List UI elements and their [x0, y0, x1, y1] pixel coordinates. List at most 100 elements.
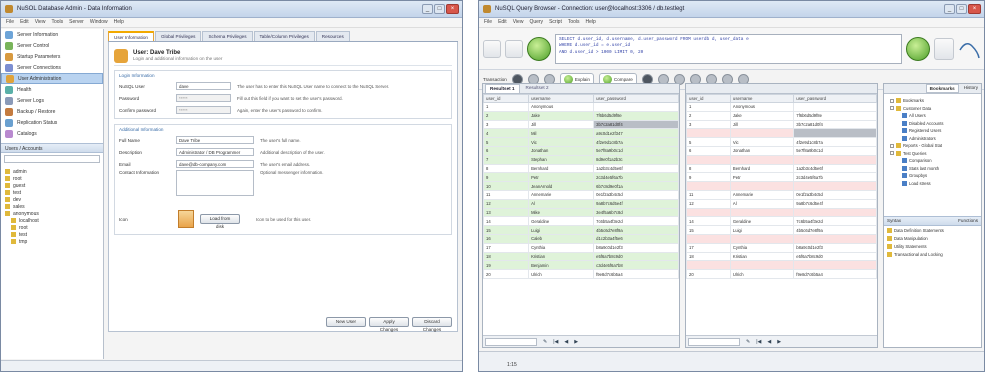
- table-cell[interactable]: 7: [482, 154, 530, 165]
- bookmark-groupbys[interactable]: Groupbys: [888, 172, 977, 180]
- table-cell[interactable]: Geraldine: [528, 216, 595, 227]
- confirm-password-field[interactable]: *****: [176, 106, 231, 114]
- menu-view[interactable]: View: [513, 19, 524, 26]
- load-from-disk-button[interactable]: Load from disk: [200, 214, 240, 229]
- table-cell[interactable]: 6b7c8d9e0f1a: [593, 181, 679, 191]
- expand-icon[interactable]: [890, 106, 894, 111]
- stop-button[interactable]: [934, 37, 954, 60]
- table-cell[interactable]: Jill: [729, 119, 795, 130]
- left-prev-icon[interactable]: ◀: [564, 339, 568, 345]
- bookmark-customer-data[interactable]: Customer Data: [888, 105, 977, 113]
- table-cell[interactable]: 0e1f2a3b4c5d: [793, 189, 877, 200]
- table-row[interactable]: 11 Annemarie 0e1f2a3b4c5d: [482, 189, 679, 200]
- table-cell[interactable]: f9e8d7c6b5a4: [593, 269, 679, 279]
- table-cell[interactable]: 12: [686, 198, 731, 209]
- bookmark-disabled-accounts[interactable]: Disabled Accounts: [888, 120, 977, 128]
- table-cell[interactable]: 10: [482, 181, 530, 191]
- table-cell[interactable]: Ulrich: [528, 269, 595, 279]
- table-cell[interactable]: Annemarie: [729, 189, 795, 200]
- table-row[interactable]: 9 Petr 2c3d4e5f6a7b: [482, 172, 679, 183]
- table-cell[interactable]: Luigi: [528, 225, 595, 235]
- tree-user-dev[interactable]: dev: [5, 196, 99, 203]
- table-cell[interactable]: 9: [686, 172, 731, 183]
- table-row[interactable]: 1 Anonymous: [686, 102, 877, 112]
- table-row[interactable]: 3 Jill 3b7c2a81d0f4: [482, 119, 679, 130]
- table-row[interactable]: [686, 181, 877, 191]
- table-cell[interactable]: Kristian: [528, 251, 595, 262]
- table-row[interactable]: [686, 233, 877, 244]
- table-cell[interactable]: [729, 260, 795, 271]
- table-cell[interactable]: [593, 102, 679, 112]
- table-cell[interactable]: 5: [686, 137, 731, 147]
- table-cell[interactable]: 20: [482, 269, 530, 279]
- execute-button[interactable]: [906, 36, 930, 61]
- table-cell[interactable]: Bernhard: [528, 163, 595, 174]
- tree-user-test[interactable]: test: [5, 189, 99, 196]
- tree-user-anonymous[interactable]: anonymous: [5, 210, 99, 217]
- admin-title-bar[interactable]: NuSOL Database Admin - Data Information …: [1, 1, 462, 18]
- table-cell[interactable]: JeanArnold: [528, 181, 595, 191]
- tree-user-localhost[interactable]: localhost: [5, 217, 99, 224]
- menu-tools[interactable]: Tools: [568, 19, 580, 26]
- table-cell[interactable]: 19: [482, 260, 530, 271]
- left-first-icon[interactable]: |◀: [553, 339, 558, 345]
- table-cell[interactable]: Petr: [729, 172, 795, 183]
- bookmark-all-users[interactable]: All Users: [888, 112, 977, 120]
- table-cell[interactable]: b8a9c0d1e2f3: [793, 242, 877, 253]
- table-cell[interactable]: 15: [482, 225, 530, 235]
- table-row[interactable]: 6 Jonathan 5e7f8a9b0c1d: [686, 145, 877, 156]
- table-cell[interactable]: [793, 128, 877, 139]
- table-row[interactable]: 11 Annemarie 0e1f2a3b4c5d: [686, 189, 877, 200]
- tree-user-tmp[interactable]: tmp: [5, 238, 99, 245]
- table-cell[interactable]: 4f2e9d1c8b7a: [593, 137, 679, 147]
- table-cell[interactable]: [793, 154, 877, 165]
- table-cell[interactable]: 13: [482, 207, 530, 218]
- bookmark-load-stress[interactable]: Load stress: [888, 180, 977, 188]
- table-cell[interactable]: Kristian: [729, 251, 795, 262]
- table-row[interactable]: [686, 128, 877, 139]
- table-cell[interactable]: [686, 260, 731, 271]
- table-cell[interactable]: 4b5c6d7e8f9a: [793, 225, 877, 235]
- table-row[interactable]: 18 Kristian e5f6a7b8c9d0: [686, 251, 877, 262]
- table-row[interactable]: 13 Mike 3e4f5a6b7c8d: [482, 207, 679, 218]
- table-cell[interactable]: 2c3d4e5f6a7b: [593, 172, 679, 183]
- table-cell[interactable]: Geraldine: [729, 216, 795, 227]
- tab-resultset-1[interactable]: Resultset 1: [485, 84, 520, 93]
- syntax-item-utility-statements[interactable]: Utility Statements: [884, 242, 981, 250]
- table-cell[interactable]: 1a2b3c4d5e6f: [793, 163, 877, 174]
- user-filter-input[interactable]: [4, 155, 100, 163]
- table-row[interactable]: 5 Vic 4f2e9d1c8b7a: [482, 137, 679, 147]
- sidebar-item-health[interactable]: Health: [1, 84, 103, 95]
- table-cell[interactable]: [729, 207, 795, 218]
- tree-user-test[interactable]: test: [5, 231, 99, 238]
- bookmark-administrators[interactable]: Administrators: [888, 135, 977, 143]
- column-header-username[interactable]: username: [528, 94, 595, 103]
- table-row[interactable]: 2 Jake 7f6b6d5d9f8e: [482, 110, 679, 121]
- table-row[interactable]: 14 Geraldine 7c6b5a4f3e2d: [482, 216, 679, 227]
- table-cell[interactable]: 9: [482, 172, 530, 183]
- maximize-button[interactable]: □: [434, 4, 445, 14]
- table-row[interactable]: 4 Mil a9c0d1e2f347: [482, 128, 679, 139]
- tab-resources[interactable]: Resources: [315, 31, 350, 41]
- table-cell[interactable]: 3b7c2a81d0f4: [793, 119, 877, 130]
- table-cell[interactable]: 6: [482, 145, 530, 156]
- apply-changes-button[interactable]: Apply Changes: [369, 317, 409, 332]
- close-button[interactable]: ×: [446, 4, 459, 14]
- right-next-icon[interactable]: ▶: [777, 339, 781, 345]
- full-name-field[interactable]: Dave Tribe: [176, 136, 254, 144]
- left-edit-icon[interactable]: ✎: [543, 339, 547, 345]
- table-row[interactable]: 2 Jake 7f6b6d5d9f8e: [686, 110, 877, 121]
- table-cell[interactable]: 0e1f2a3b4c5d: [593, 189, 679, 200]
- table-cell[interactable]: 7c6b5a4f3e2d: [793, 216, 877, 227]
- table-cell[interactable]: 5e7f8a9b0c1d: [793, 145, 877, 156]
- table-row[interactable]: 19 Benjamin c3d4e5f6a7b8: [482, 260, 679, 271]
- tab-history[interactable]: History: [961, 84, 981, 93]
- table-cell[interactable]: 1: [686, 102, 731, 112]
- table-cell[interactable]: Bernhard: [729, 163, 795, 174]
- menu-query[interactable]: Query: [529, 19, 543, 26]
- table-cell[interactable]: Mil: [528, 128, 595, 139]
- right-edit-icon[interactable]: ✎: [746, 339, 750, 345]
- syntax-tab[interactable]: Syntax: [887, 218, 901, 224]
- table-cell[interactable]: Luigi: [729, 225, 795, 235]
- table-cell[interactable]: Jake: [729, 110, 795, 121]
